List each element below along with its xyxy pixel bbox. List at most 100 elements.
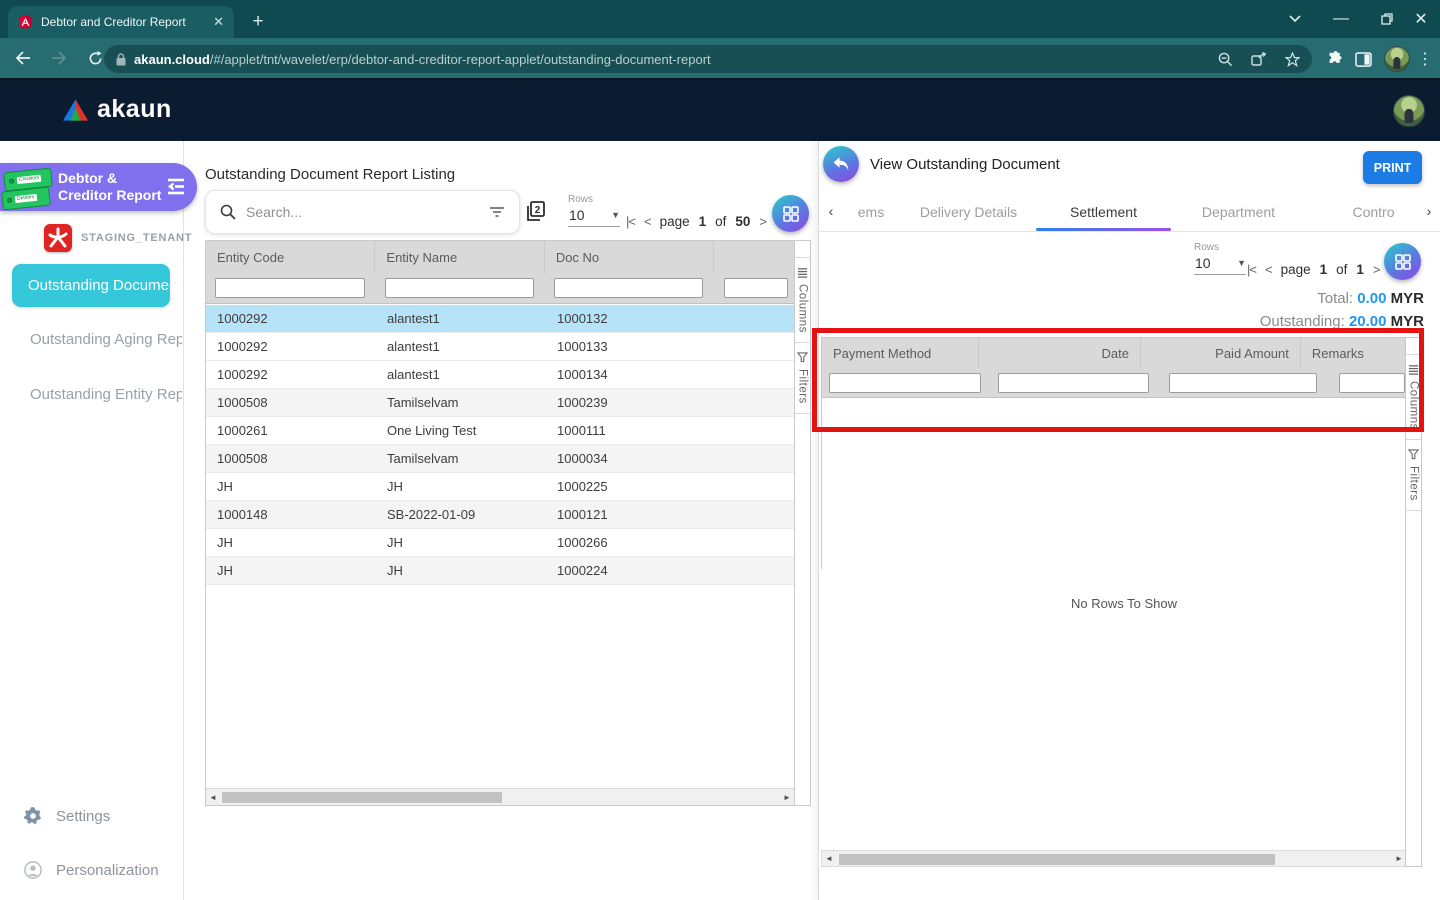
collapse-menu-icon[interactable] — [165, 177, 187, 196]
back-nav-icon[interactable] — [8, 43, 38, 73]
filter-input-doc-no[interactable] — [554, 278, 703, 298]
filter-input-remarks[interactable] — [1339, 373, 1405, 393]
table-row[interactable]: 1000261One Living Test1000111 — [206, 417, 794, 445]
empty-row-divider — [822, 428, 1406, 429]
column-header-entity-code[interactable]: Entity Code — [206, 241, 375, 273]
forward-nav-icon[interactable] — [44, 43, 74, 73]
window-close-button[interactable]: ✕ — [1398, 0, 1440, 38]
rows-per-page-select[interactable]: Rows 10▼ — [568, 194, 620, 227]
akaun-logo-icon — [62, 98, 89, 122]
sidebar-item-outstanding-aging[interactable]: Outstanding Aging Repo — [30, 331, 182, 348]
back-button[interactable] — [823, 146, 859, 182]
first-page-button[interactable]: |< — [1247, 262, 1256, 277]
copy-pages-icon[interactable]: 2 — [523, 199, 547, 223]
first-page-button[interactable]: |< — [626, 214, 635, 229]
filters-panel-tab[interactable]: Filters — [795, 343, 810, 414]
gear-icon — [24, 807, 42, 825]
column-header-extra[interactable] — [714, 241, 794, 273]
filter-input-date[interactable] — [998, 373, 1149, 393]
scroll-left-icon[interactable]: ◄ — [822, 854, 836, 863]
bookmark-star-icon[interactable] — [1285, 52, 1300, 67]
page-current: 1 — [699, 214, 707, 229]
browser-tab-title: Debtor and Creditor Report — [41, 15, 205, 29]
rows-per-page-select[interactable]: Rows 10▼ — [1194, 242, 1246, 275]
scroll-left-icon[interactable]: ◄ — [206, 793, 220, 802]
scrollbar-thumb[interactable] — [839, 854, 1275, 865]
chevron-down-icon: ▼ — [611, 210, 620, 220]
columns-panel-tab[interactable]: Columns — [1406, 354, 1421, 440]
table-row[interactable]: 1000508Tamilselvam1000239 — [206, 389, 794, 417]
active-tab-underline — [1036, 228, 1171, 231]
prev-page-button[interactable]: < — [644, 214, 651, 229]
window-minimize-button[interactable]: — — [1318, 0, 1364, 38]
filter-list-icon[interactable] — [489, 206, 505, 218]
user-avatar[interactable] — [1393, 95, 1425, 127]
table-row[interactable]: 1000292alantest11000133 — [206, 333, 794, 361]
next-page-button[interactable]: > — [759, 214, 766, 229]
side-panel-icon[interactable] — [1348, 44, 1378, 74]
tab-delivery-details[interactable]: Delivery Details — [901, 192, 1036, 231]
no-rows-message: No Rows To Show — [1071, 596, 1177, 611]
filter-input-payment-method[interactable] — [829, 373, 981, 393]
tab-close-icon[interactable]: ✕ — [213, 14, 224, 30]
tab-department[interactable]: Department — [1171, 192, 1306, 231]
kebab-menu-icon[interactable]: ⋮ — [1410, 44, 1440, 74]
column-header-entity-name[interactable]: Entity Name — [375, 241, 544, 273]
scrollbar-thumb[interactable] — [222, 792, 502, 803]
column-header-paid-amount[interactable]: Paid Amount — [1141, 338, 1301, 368]
filters-panel-tab[interactable]: Filters — [1406, 440, 1421, 511]
prev-page-button[interactable]: < — [1265, 262, 1272, 277]
table-row[interactable]: 1000148SB-2022-01-091000121 — [206, 501, 794, 529]
filter-input-entity-name[interactable] — [385, 278, 534, 298]
tab-settlement[interactable]: Settlement — [1036, 192, 1171, 231]
next-page-button[interactable]: > — [1373, 262, 1380, 277]
search-input[interactable] — [246, 204, 479, 220]
tenant-row[interactable]: STAGING_TENANT — [44, 224, 192, 252]
filter-input-entity-code[interactable] — [215, 278, 365, 298]
sidebar-item-outstanding-document[interactable]: Outstanding Documen — [12, 264, 170, 307]
table-row[interactable]: 1000292alantest11000132 — [206, 305, 794, 333]
column-header-doc-no[interactable]: Doc No — [545, 241, 714, 273]
table-row[interactable]: JHJH1000266 — [206, 529, 794, 557]
sidebar-item-personalization[interactable]: Personalization — [24, 861, 159, 879]
tab-items[interactable]: ems — [841, 192, 901, 231]
apps-grid-button[interactable] — [1384, 243, 1421, 280]
table-row[interactable]: 1000508Tamilselvam1000034 — [206, 445, 794, 473]
column-header-date[interactable]: Date — [979, 338, 1141, 368]
search-box — [205, 190, 520, 234]
table-row[interactable]: JHJH1000225 — [206, 473, 794, 501]
applet-banner[interactable]: Creditors Debtors Debtor & Creditor Repo… — [0, 163, 197, 211]
listing-title: Outstanding Document Report Listing — [205, 166, 455, 183]
column-header-payment-method[interactable]: Payment Method — [822, 338, 979, 368]
print-button[interactable]: PRINT — [1363, 151, 1422, 184]
horizontal-scrollbar[interactable]: ◄ ► — [821, 850, 1407, 867]
scroll-right-icon[interactable]: ► — [780, 793, 794, 802]
extensions-puzzle-icon[interactable] — [1320, 44, 1350, 74]
zoom-page-icon[interactable] — [1218, 52, 1233, 67]
person-icon — [24, 861, 42, 879]
filter-input-extra[interactable] — [724, 278, 788, 298]
share-icon[interactable] — [1251, 52, 1267, 66]
of-word: of — [715, 214, 726, 229]
browser-profile-avatar[interactable] — [1384, 46, 1410, 72]
horizontal-scrollbar[interactable]: ◄ ► — [206, 788, 794, 805]
sidebar-item-outstanding-entity[interactable]: Outstanding Entity Repor — [30, 386, 182, 403]
table-row[interactable]: 1000292alantest11000134 — [206, 361, 794, 389]
tabs-scroll-right-icon[interactable]: › — [1421, 192, 1437, 230]
columns-panel-icon — [1408, 364, 1419, 375]
tabs-scroll-left-icon[interactable]: ‹ — [823, 192, 839, 230]
svg-text:2: 2 — [535, 205, 541, 216]
sidebar-item-settings[interactable]: Settings — [24, 807, 110, 825]
url-bar[interactable]: akaun.cloud/#/applet/tnt/wavelet/erp/deb… — [104, 45, 1312, 73]
filter-input-paid-amount[interactable] — [1169, 373, 1317, 393]
apps-grid-button[interactable] — [772, 195, 809, 232]
tab-search-chevron-icon[interactable] — [1272, 0, 1318, 38]
column-header-remarks[interactable]: Remarks — [1301, 338, 1406, 368]
browser-tab[interactable]: Debtor and Creditor Report ✕ — [8, 6, 234, 38]
table-row[interactable]: JHJH1000224 — [206, 557, 794, 585]
new-tab-button[interactable]: + — [246, 10, 270, 34]
scroll-right-icon[interactable]: ► — [1392, 854, 1406, 863]
columns-panel-tab[interactable]: Columns — [795, 257, 810, 343]
filters-panel-label: Filters — [1408, 466, 1420, 501]
tab-control[interactable]: Contro — [1306, 192, 1403, 231]
